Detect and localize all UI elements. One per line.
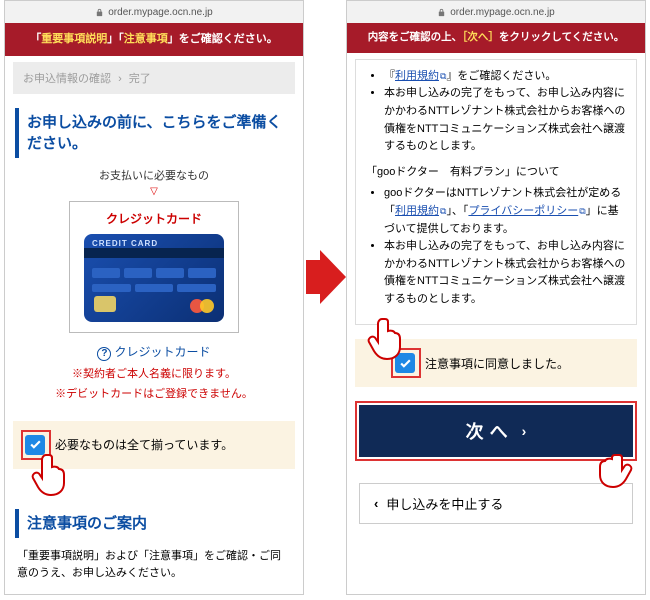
lock-icon [437,8,446,17]
address-bar: order.mypage.ocn.ne.jp [5,1,303,23]
pointer-hand-icon [29,451,69,497]
heading-prepare: お申し込みの前に、こちらをご準備ください。 [15,108,293,158]
notes-body: 「重要事項説明」および「注意事項」をご確認・ご同意のうえ、お申し込みください。 [17,548,291,583]
link-terms2[interactable]: 利用規約 [395,205,439,217]
pointer-hand-icon [595,449,635,495]
list-item: 『利用規約⧉』をご確認ください。 [384,68,626,86]
card-warning-1: ※契約者ご本人名義に限ります。 [19,366,289,383]
credit-card-image: CREDIT CARD [84,234,224,322]
address-bar: order.mypage.ocn.ne.jp [347,1,645,23]
cancel-button[interactable]: ‹ 申し込みを中止する [359,483,633,524]
arrow-right-icon [306,250,346,304]
credit-card-box: クレジットカード CREDIT CARD [69,201,239,334]
banner-click-next: 内容をご確認の上、［次へ］をクリックしてください。 [347,23,645,53]
cancel-button-label: 申し込みを中止する [386,494,503,513]
breadcrumb: お申込情報の確認 › 完了 [13,62,295,94]
crumb-step-done: 完了 [129,73,151,85]
heading-notes: 注意事項のご案内 [15,509,293,538]
payment-required-label: お支払いに必要なもの [19,168,289,185]
question-icon: ? [97,347,111,361]
list-item: 本お申し込みの完了をもって、お申し込み内容にかかわるNTTレゾナント株式会社から… [384,238,626,308]
credit-card-help[interactable]: ?クレジットカード [19,343,289,362]
crumb-step-confirm: お申込情報の確認 [23,73,111,85]
list-item: gooドクターはNTTレゾナント株式会社が定める「利用規約⧉」、「プライバシーポ… [384,185,626,238]
url-host: order.mypage.ocn.ne.jp [450,7,555,18]
banner-confirm-notes: 「重要事項説明」「注意事項」をご確認ください。 [5,23,303,56]
checkbox-ready-label: 必要なものは全て揃っています。 [55,436,233,453]
pointer-hand-icon [365,315,405,361]
checkbox-agree-label: 注意事項に同意しました。 [425,355,569,372]
link-terms[interactable]: 利用規約 [395,70,439,82]
screen-prepare: order.mypage.ocn.ne.jp 「重要事項説明」「注意事項」をご確… [4,0,304,595]
link-privacy[interactable]: プライバシーポリシー [468,205,578,217]
subheading-goodoctor: 「gooドクター 有料プラン」について [366,164,626,182]
terms-box: 『利用規約⧉』をご確認ください。 本お申し込みの完了をもって、お申し込み内容にか… [355,59,637,326]
chevron-right-icon: › [118,73,122,85]
card-warning-2: ※デビットカードはご登録できません。 [19,386,289,403]
triangle-down-icon: ▽ [19,187,289,197]
credit-card-title: クレジットカード [84,210,224,229]
lock-icon [95,8,104,17]
screen-agree-next: order.mypage.ocn.ne.jp 内容をご確認の上、［次へ］をクリッ… [346,0,646,595]
chevron-left-icon: ‹ [374,496,378,511]
list-item: 本お申し込みの完了をもって、お申し込み内容にかかわるNTTレゾナント株式会社から… [384,85,626,155]
url-host: order.mypage.ocn.ne.jp [108,7,213,18]
